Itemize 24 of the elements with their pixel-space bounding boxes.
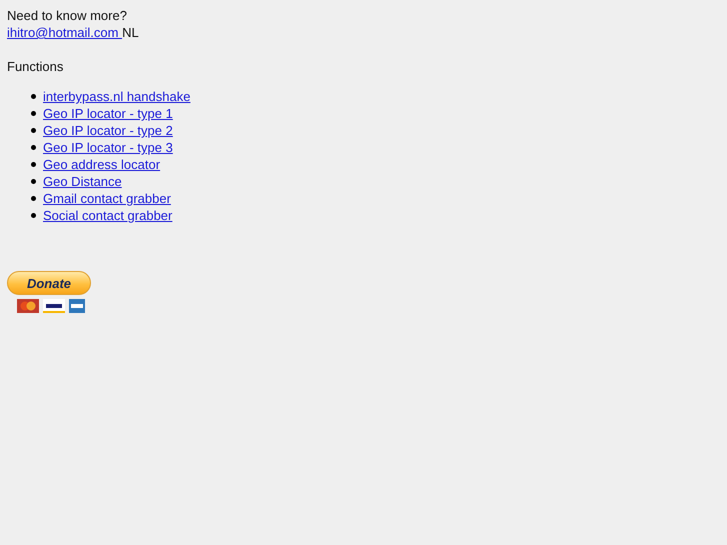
function-link[interactable]: Geo IP locator - type 2 bbox=[43, 122, 173, 139]
credit-card-icon bbox=[69, 299, 85, 313]
bullet-icon bbox=[31, 128, 36, 133]
credit-card-icon bbox=[43, 299, 65, 313]
function-link[interactable]: interbypass.nl handshake bbox=[43, 88, 190, 105]
bullet-icon bbox=[31, 94, 36, 99]
functions-heading: Functions bbox=[7, 58, 64, 75]
credit-card-icon bbox=[17, 299, 39, 313]
function-link[interactable]: Social contact grabber bbox=[43, 207, 172, 224]
bullet-icon bbox=[31, 196, 36, 201]
function-link[interactable]: Geo Distance bbox=[43, 173, 122, 190]
bullet-icon bbox=[31, 213, 36, 218]
contact-heading: Need to know more? bbox=[7, 7, 128, 24]
bullet-icon bbox=[31, 111, 36, 116]
function-link[interactable]: Geo IP locator - type 1 bbox=[43, 105, 173, 122]
email-link[interactable]: ihitro@hotmail.com bbox=[7, 25, 122, 40]
function-link[interactable]: Geo IP locator - type 3 bbox=[43, 139, 173, 156]
bullet-icon bbox=[31, 179, 36, 184]
bullet-icon bbox=[31, 162, 36, 167]
bullet-icon bbox=[31, 145, 36, 150]
function-link[interactable]: Gmail contact grabber bbox=[43, 190, 171, 207]
donate-button[interactable]: Donate bbox=[7, 271, 91, 295]
function-link[interactable]: Geo address locator bbox=[43, 156, 160, 173]
country-code: NL bbox=[122, 25, 139, 40]
